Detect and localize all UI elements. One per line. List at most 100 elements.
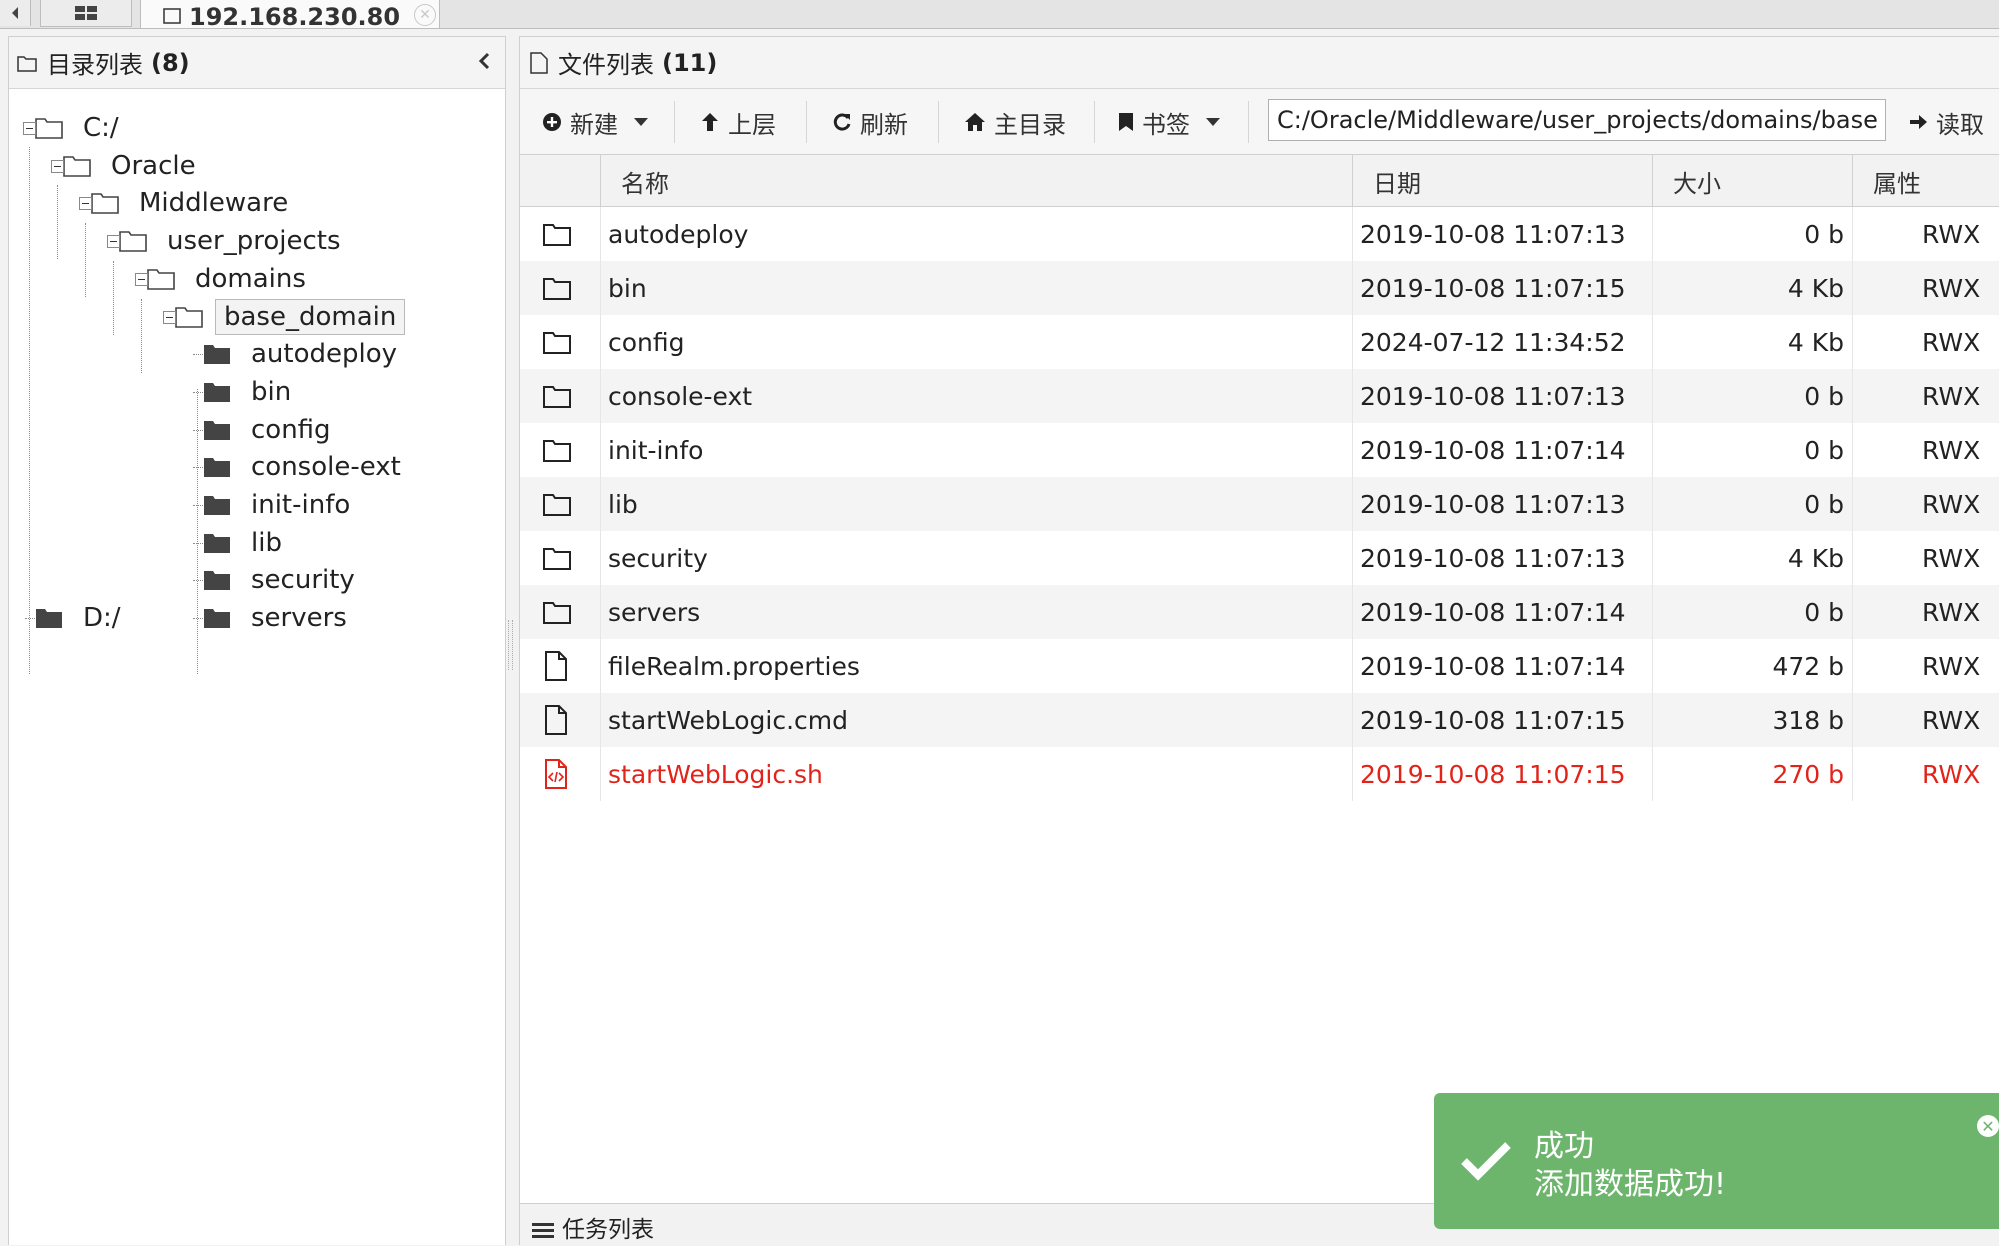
file-row[interactable]: startWebLogic.sh 2019-10-08 11:07:15 270 b… bbox=[520, 747, 1999, 801]
tab-host[interactable]: 192.168.230.80 ✕ bbox=[140, 0, 440, 29]
bookmark-icon bbox=[1119, 113, 1133, 131]
folder-filled-icon bbox=[204, 382, 230, 402]
tree-node[interactable]: init-info bbox=[203, 488, 358, 522]
toast-close-icon[interactable]: ✕ bbox=[1977, 1115, 1999, 1137]
tree-guide-line bbox=[193, 618, 203, 620]
file-row[interactable]: fileRealm.properties 2019-10-08 11:07:14 4… bbox=[520, 639, 1999, 693]
file-icon bbox=[545, 651, 567, 681]
file-row[interactable]: lib 2019-10-08 11:07:13 0 b RWX bbox=[520, 477, 1999, 531]
tree-node[interactable]: base_domain bbox=[175, 298, 406, 335]
tree-collapse-toggle[interactable] bbox=[23, 122, 36, 135]
file-icon-cell bbox=[542, 477, 582, 531]
file-size: 0 b bbox=[1804, 435, 1844, 465]
column-header-name[interactable]: 名称 bbox=[600, 155, 1352, 207]
read-button[interactable]: 读取 bbox=[1908, 89, 1984, 155]
plus-circle-icon bbox=[543, 113, 561, 131]
file-size: 0 b bbox=[1804, 219, 1844, 249]
directory-count: (8) bbox=[151, 48, 190, 77]
home-button[interactable]: 主目录 bbox=[964, 89, 1066, 155]
column-header-attributes[interactable]: 属性 bbox=[1852, 155, 1999, 207]
folder-icon bbox=[543, 386, 571, 408]
tree-node[interactable]: Middleware bbox=[91, 186, 296, 220]
file-row[interactable]: bin 2019-10-08 11:07:15 4 Kb RWX bbox=[520, 261, 1999, 315]
tree-node[interactable]: console-ext bbox=[203, 450, 409, 484]
file-name[interactable]: security bbox=[608, 531, 708, 585]
tree-node[interactable]: user_projects bbox=[119, 224, 349, 258]
tree-node[interactable]: lib bbox=[203, 526, 290, 560]
tree-guide-line bbox=[113, 261, 114, 335]
file-date: 2019-10-08 11:07:14 bbox=[1360, 597, 1626, 627]
tab-close-icon[interactable]: ✕ bbox=[414, 4, 437, 26]
tree-node[interactable]: servers bbox=[203, 601, 355, 635]
tree-collapse-toggle[interactable] bbox=[135, 272, 148, 286]
folder-filled-icon bbox=[36, 609, 62, 629]
column-divider bbox=[1352, 315, 1353, 369]
up-button[interactable]: 上层 bbox=[700, 89, 776, 155]
file-row[interactable]: autodeploy 2019-10-08 11:07:13 0 b RWX bbox=[520, 207, 1999, 261]
file-date: 2019-10-08 11:07:13 bbox=[1360, 489, 1626, 519]
file-icon-cell bbox=[542, 207, 582, 261]
tree-collapse-toggle[interactable] bbox=[107, 235, 120, 249]
file-row[interactable]: startWebLogic.cmd 2019-10-08 11:07:15 318 … bbox=[520, 693, 1999, 747]
column-divider bbox=[1852, 369, 1853, 423]
file-name[interactable]: startWebLogic.sh bbox=[608, 747, 823, 801]
tree-node[interactable]: bin bbox=[203, 375, 299, 409]
folder-icon bbox=[147, 268, 175, 290]
column-divider bbox=[600, 315, 601, 369]
directory-panel-title: 目录列表 bbox=[47, 51, 143, 79]
tree-collapse-toggle[interactable] bbox=[163, 310, 176, 324]
tree-node-label: init-info bbox=[251, 490, 351, 520]
file-attributes: RWX bbox=[1922, 759, 1981, 789]
file-name[interactable]: startWebLogic.cmd bbox=[608, 693, 848, 747]
file-name[interactable]: bin bbox=[608, 261, 647, 315]
file-date: 2019-10-08 11:07:13 bbox=[1360, 543, 1626, 573]
column-divider bbox=[600, 261, 601, 315]
file-name[interactable]: autodeploy bbox=[608, 207, 748, 261]
tree-node[interactable]: Oracle bbox=[63, 149, 204, 183]
tree-guide-line bbox=[193, 505, 203, 506]
caret-down-icon bbox=[1206, 118, 1220, 126]
file-icon-cell bbox=[542, 261, 582, 315]
tree-node[interactable]: autodeploy bbox=[203, 337, 405, 371]
column-divider bbox=[1852, 477, 1853, 531]
tree-node[interactable]: config bbox=[203, 413, 339, 447]
file-row[interactable]: console-ext 2019-10-08 11:07:13 0 b RWX bbox=[520, 369, 1999, 423]
collapse-panel-button[interactable] bbox=[477, 51, 491, 77]
refresh-button[interactable]: 刷新 bbox=[832, 89, 908, 155]
column-header-size[interactable]: 大小 bbox=[1652, 155, 1852, 207]
file-row[interactable]: config 2024-07-12 11:34:52 4 Kb RWX bbox=[520, 315, 1999, 369]
file-row[interactable]: security 2019-10-08 11:07:13 4 Kb RWX bbox=[520, 531, 1999, 585]
file-row[interactable]: init-info 2019-10-08 11:07:14 0 b RWX bbox=[520, 423, 1999, 477]
tree-guide-line bbox=[25, 618, 35, 620]
file-name[interactable]: console-ext bbox=[608, 369, 752, 423]
new-button[interactable]: 新建 bbox=[542, 89, 648, 155]
column-header-date[interactable]: 日期 bbox=[1352, 155, 1652, 207]
file-name[interactable]: config bbox=[608, 315, 685, 369]
file-size: 472 b bbox=[1772, 651, 1844, 681]
tab-home[interactable] bbox=[40, 0, 132, 27]
tree-node[interactable]: C:/ bbox=[35, 111, 127, 145]
tree-node-label: D:/ bbox=[83, 603, 121, 634]
path-input[interactable] bbox=[1268, 99, 1886, 141]
tree-node[interactable]: domains bbox=[147, 262, 314, 296]
folder-icon bbox=[543, 224, 571, 246]
tree-node[interactable]: D:/ bbox=[35, 601, 129, 635]
file-name[interactable]: lib bbox=[608, 477, 638, 531]
file-name[interactable]: init-info bbox=[608, 423, 703, 477]
tree-node[interactable]: security bbox=[203, 563, 363, 597]
file-row[interactable]: servers 2019-10-08 11:07:14 0 b RWX bbox=[520, 585, 1999, 639]
tree-collapse-toggle[interactable] bbox=[51, 159, 64, 173]
folder-filled-icon bbox=[204, 533, 230, 553]
column-divider bbox=[1852, 261, 1853, 315]
grid-icon bbox=[75, 6, 97, 20]
file-name[interactable]: fileRealm.properties bbox=[608, 639, 860, 693]
column-divider bbox=[600, 369, 601, 423]
panel-splitter[interactable] bbox=[508, 620, 513, 670]
file-attributes: RWX bbox=[1922, 597, 1981, 627]
tree-collapse-toggle[interactable] bbox=[79, 197, 92, 211]
bookmark-button[interactable]: 书签 bbox=[1118, 89, 1220, 155]
tab-scroll-left-button[interactable] bbox=[0, 0, 31, 26]
file-date: 2019-10-08 11:07:15 bbox=[1360, 705, 1626, 735]
file-name[interactable]: servers bbox=[608, 585, 700, 639]
column-divider bbox=[1852, 315, 1853, 369]
